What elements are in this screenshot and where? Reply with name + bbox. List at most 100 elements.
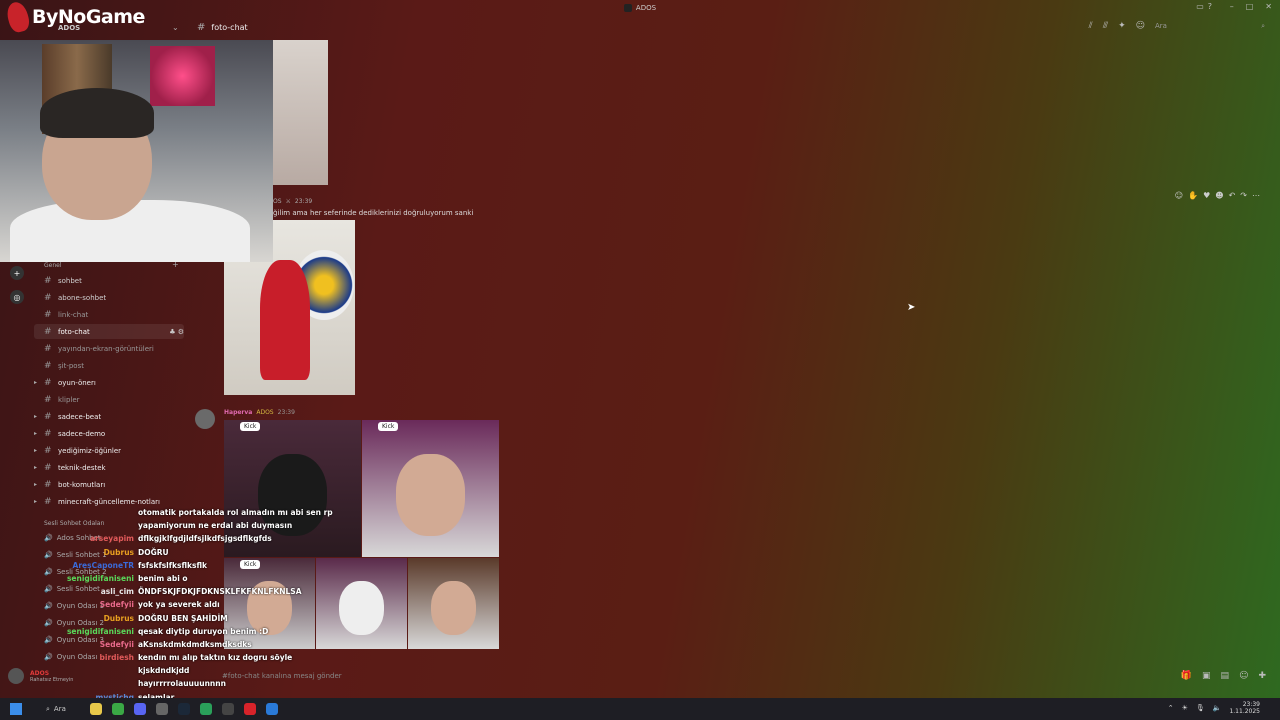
notifications-icon[interactable]: ⫻: [1103, 21, 1108, 31]
sidebar-channel[interactable]: ▸ # oyun-önerı: [34, 375, 184, 390]
reply-icon[interactable]: ↶: [1229, 191, 1236, 200]
window-titlebar: ADOS: [0, 0, 1280, 16]
obs-icon[interactable]: [243, 703, 256, 715]
chat-line: senigidifaniseni benim abi o: [62, 572, 362, 585]
pin-icon[interactable]: ✦: [1118, 21, 1126, 31]
channel-header: # foto-chat: [197, 22, 248, 33]
taskbar-search[interactable]: ⌕ Ara: [46, 705, 66, 714]
xbox-icon[interactable]: [111, 703, 124, 715]
chat-message: kendın mı alıp taktın kız dogru söyle: [138, 653, 293, 663]
sidebar-channel[interactable]: ▸ # sadece-beat: [34, 409, 184, 424]
chat-username: Sedefyii: [99, 639, 134, 649]
expand-icon[interactable]: ▸: [34, 430, 44, 437]
channel-settings-icon[interactable]: ♣ ⚙: [169, 328, 184, 336]
user-panel[interactable]: ADOS Rahatsız Etmeyin: [8, 668, 73, 684]
chat-message: otomatik portakalda rol almadın mı abi s…: [138, 508, 333, 517]
heart-icon[interactable]: ♥: [1203, 191, 1210, 200]
category-label[interactable]: Genel: [44, 262, 62, 269]
pray-icon[interactable]: ✋: [1188, 191, 1198, 200]
chevron-up-icon[interactable]: ⌃: [1168, 704, 1174, 712]
gif-icon[interactable]: ▣: [1202, 671, 1211, 681]
sidebar-channel[interactable]: # sohbet: [34, 273, 184, 288]
channel-name: teknik-destek: [58, 463, 106, 472]
mouse-cursor: ➤: [907, 302, 916, 313]
help-icon[interactable]: ?: [1208, 2, 1212, 11]
telegram-icon[interactable]: [265, 703, 278, 715]
calculator-icon[interactable]: [221, 703, 234, 715]
chevron-down-icon[interactable]: ⌄: [172, 23, 179, 32]
discover-icon[interactable]: ◎: [10, 290, 24, 304]
chat-line: senigidifaniseni qesak diytip duruyon ben…: [62, 625, 362, 638]
sidebar-channel[interactable]: # link-chat: [34, 307, 184, 322]
avatar[interactable]: [195, 409, 215, 429]
expand-icon[interactable]: ▸: [34, 413, 44, 420]
server-name[interactable]: ADOS: [58, 24, 80, 32]
message-image[interactable]: [408, 558, 499, 649]
reaction-icon[interactable]: ☺: [1175, 191, 1183, 200]
expand-icon[interactable]: ▸: [34, 498, 44, 505]
avatar[interactable]: [8, 668, 24, 684]
minimize-icon[interactable]: –: [1230, 2, 1234, 11]
file-explorer-icon[interactable]: [89, 703, 102, 715]
search-icon: ⌕: [1261, 21, 1265, 30]
sidebar-channel[interactable]: # yayından-ekran-görüntüleri: [34, 341, 184, 356]
chrome-icon[interactable]: [155, 703, 168, 715]
chat-message: yok ya severek aldı: [138, 600, 220, 610]
sticker-icon[interactable]: ▤: [1221, 671, 1230, 681]
discord-icon[interactable]: [133, 703, 146, 715]
sidebar-channel[interactable]: ▸ # bot-komutları: [34, 477, 184, 492]
sidebar-channel[interactable]: # abone-sohbet: [34, 290, 184, 305]
role-badge: OS: [273, 198, 282, 205]
windows-start-icon[interactable]: [10, 703, 22, 715]
chat-username: senigidifaniseni: [66, 626, 134, 636]
close-icon[interactable]: ✕: [1265, 2, 1272, 11]
hash-icon: #: [44, 479, 52, 490]
inbox-icon[interactable]: ▭: [1196, 2, 1204, 11]
sidebar-channel[interactable]: ▸ # sadece-demo: [34, 426, 184, 441]
message-author[interactable]: Haperva: [224, 409, 252, 416]
volume-icon[interactable]: 🔈: [1213, 704, 1222, 712]
apps-icon[interactable]: ✚: [1258, 671, 1266, 681]
hash-icon: #: [44, 411, 52, 422]
channel-name: şit-post: [58, 361, 84, 370]
sidebar-channel[interactable]: # şit-post: [34, 358, 184, 373]
expand-icon[interactable]: ▸: [34, 447, 44, 454]
hash-icon: #: [44, 326, 52, 337]
chat-line: yapamiyorum ne erdal abi duymasın: [62, 519, 362, 532]
members-icon[interactable]: ☺: [1136, 21, 1145, 31]
expand-icon[interactable]: ▸: [34, 481, 44, 488]
gift-icon[interactable]: 🎁: [1181, 671, 1192, 681]
channel-name: abone-sohbet: [58, 293, 107, 302]
message-input[interactable]: #foto-chat kanalına mesaj gönder: [222, 672, 342, 680]
threads-icon[interactable]: ⫽: [1089, 21, 1093, 31]
forward-icon[interactable]: ↷: [1240, 191, 1247, 200]
chat-message: dflkgjklfgdjldfsjlkdfsjgsdflkgfds: [138, 534, 272, 544]
emoji-icon[interactable]: ☺: [1239, 671, 1248, 681]
maximize-icon[interactable]: □: [1246, 2, 1254, 11]
expand-icon[interactable]: ▸: [34, 464, 44, 471]
speaker-icon: 🔊: [44, 551, 53, 559]
taskbar-apps: [89, 703, 278, 715]
search-input[interactable]: Ara ⌕: [1155, 22, 1265, 31]
expand-icon[interactable]: ▸: [34, 379, 44, 386]
sidebar-channel-active[interactable]: # foto-chat ♣ ⚙: [34, 324, 184, 339]
chat-username: birdiesh: [99, 653, 134, 663]
chat-line: otomatik portakalda rol almadın mı abi s…: [62, 506, 362, 519]
mic-icon[interactable]: 🎙: [1196, 704, 1205, 712]
message-image[interactable]: [273, 40, 328, 185]
add-server-icon[interactable]: +: [10, 266, 24, 280]
whatsapp-icon[interactable]: [199, 703, 212, 715]
sidebar-channel[interactable]: # klipler: [34, 392, 184, 407]
sidebar-channel[interactable]: ▸ # yediğimiz-öğünler: [34, 443, 184, 458]
taskbar-clock[interactable]: 23:39 1.11.2025: [1229, 701, 1260, 715]
more-icon[interactable]: ⋯: [1252, 191, 1260, 200]
steam-icon[interactable]: [177, 703, 190, 715]
emoji-icon[interactable]: ☻: [1215, 191, 1223, 200]
add-channel-icon[interactable]: +: [172, 260, 179, 269]
message-image[interactable]: Kick: [362, 420, 499, 557]
brightness-icon[interactable]: ☀: [1182, 704, 1188, 712]
sidebar-channel[interactable]: ▸ # teknik-destek: [34, 460, 184, 475]
message-meta: OS ⚔ 23:39: [273, 198, 312, 205]
taskbar-search-label: Ara: [53, 704, 66, 713]
chat-line: birdiesh kendın mı alıp taktın kız dogru …: [62, 651, 362, 664]
